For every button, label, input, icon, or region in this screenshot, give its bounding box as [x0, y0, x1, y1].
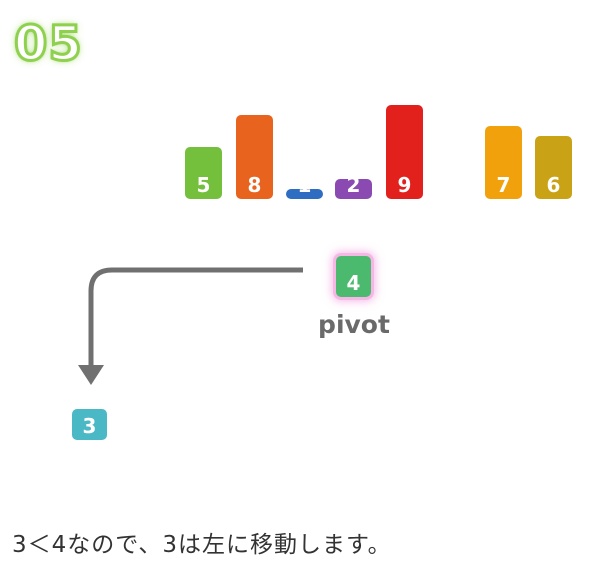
bar-9: 9: [386, 105, 423, 199]
moving-bar: 3: [72, 409, 107, 440]
move-left-arrow: [78, 267, 303, 385]
pivot-label: pivot: [318, 310, 390, 339]
bar-6: 6: [535, 136, 572, 199]
arrow-head: [78, 365, 104, 385]
pivot-bar: 4: [336, 256, 371, 297]
bar-label: 8: [247, 173, 262, 197]
bar-label: 9: [397, 173, 412, 197]
bar-label: 7: [496, 173, 511, 197]
bar-2: 2: [335, 175, 372, 199]
bar-7: 7: [485, 126, 522, 199]
bar-5: 5: [185, 147, 222, 199]
moving-bar-label: 3: [82, 414, 97, 438]
bar-label: 6: [546, 173, 561, 197]
bar-label: 2: [346, 173, 361, 197]
bar-label: 5: [196, 173, 211, 197]
bar-1: 1: [286, 175, 323, 199]
bar-label: 1: [297, 173, 312, 197]
bar-8: 8: [236, 115, 273, 199]
caption: 3＜4なので、3は左に移動します。: [12, 532, 392, 558]
pivot-bar-label: 4: [346, 271, 361, 295]
arrow-line: [88, 267, 303, 366]
